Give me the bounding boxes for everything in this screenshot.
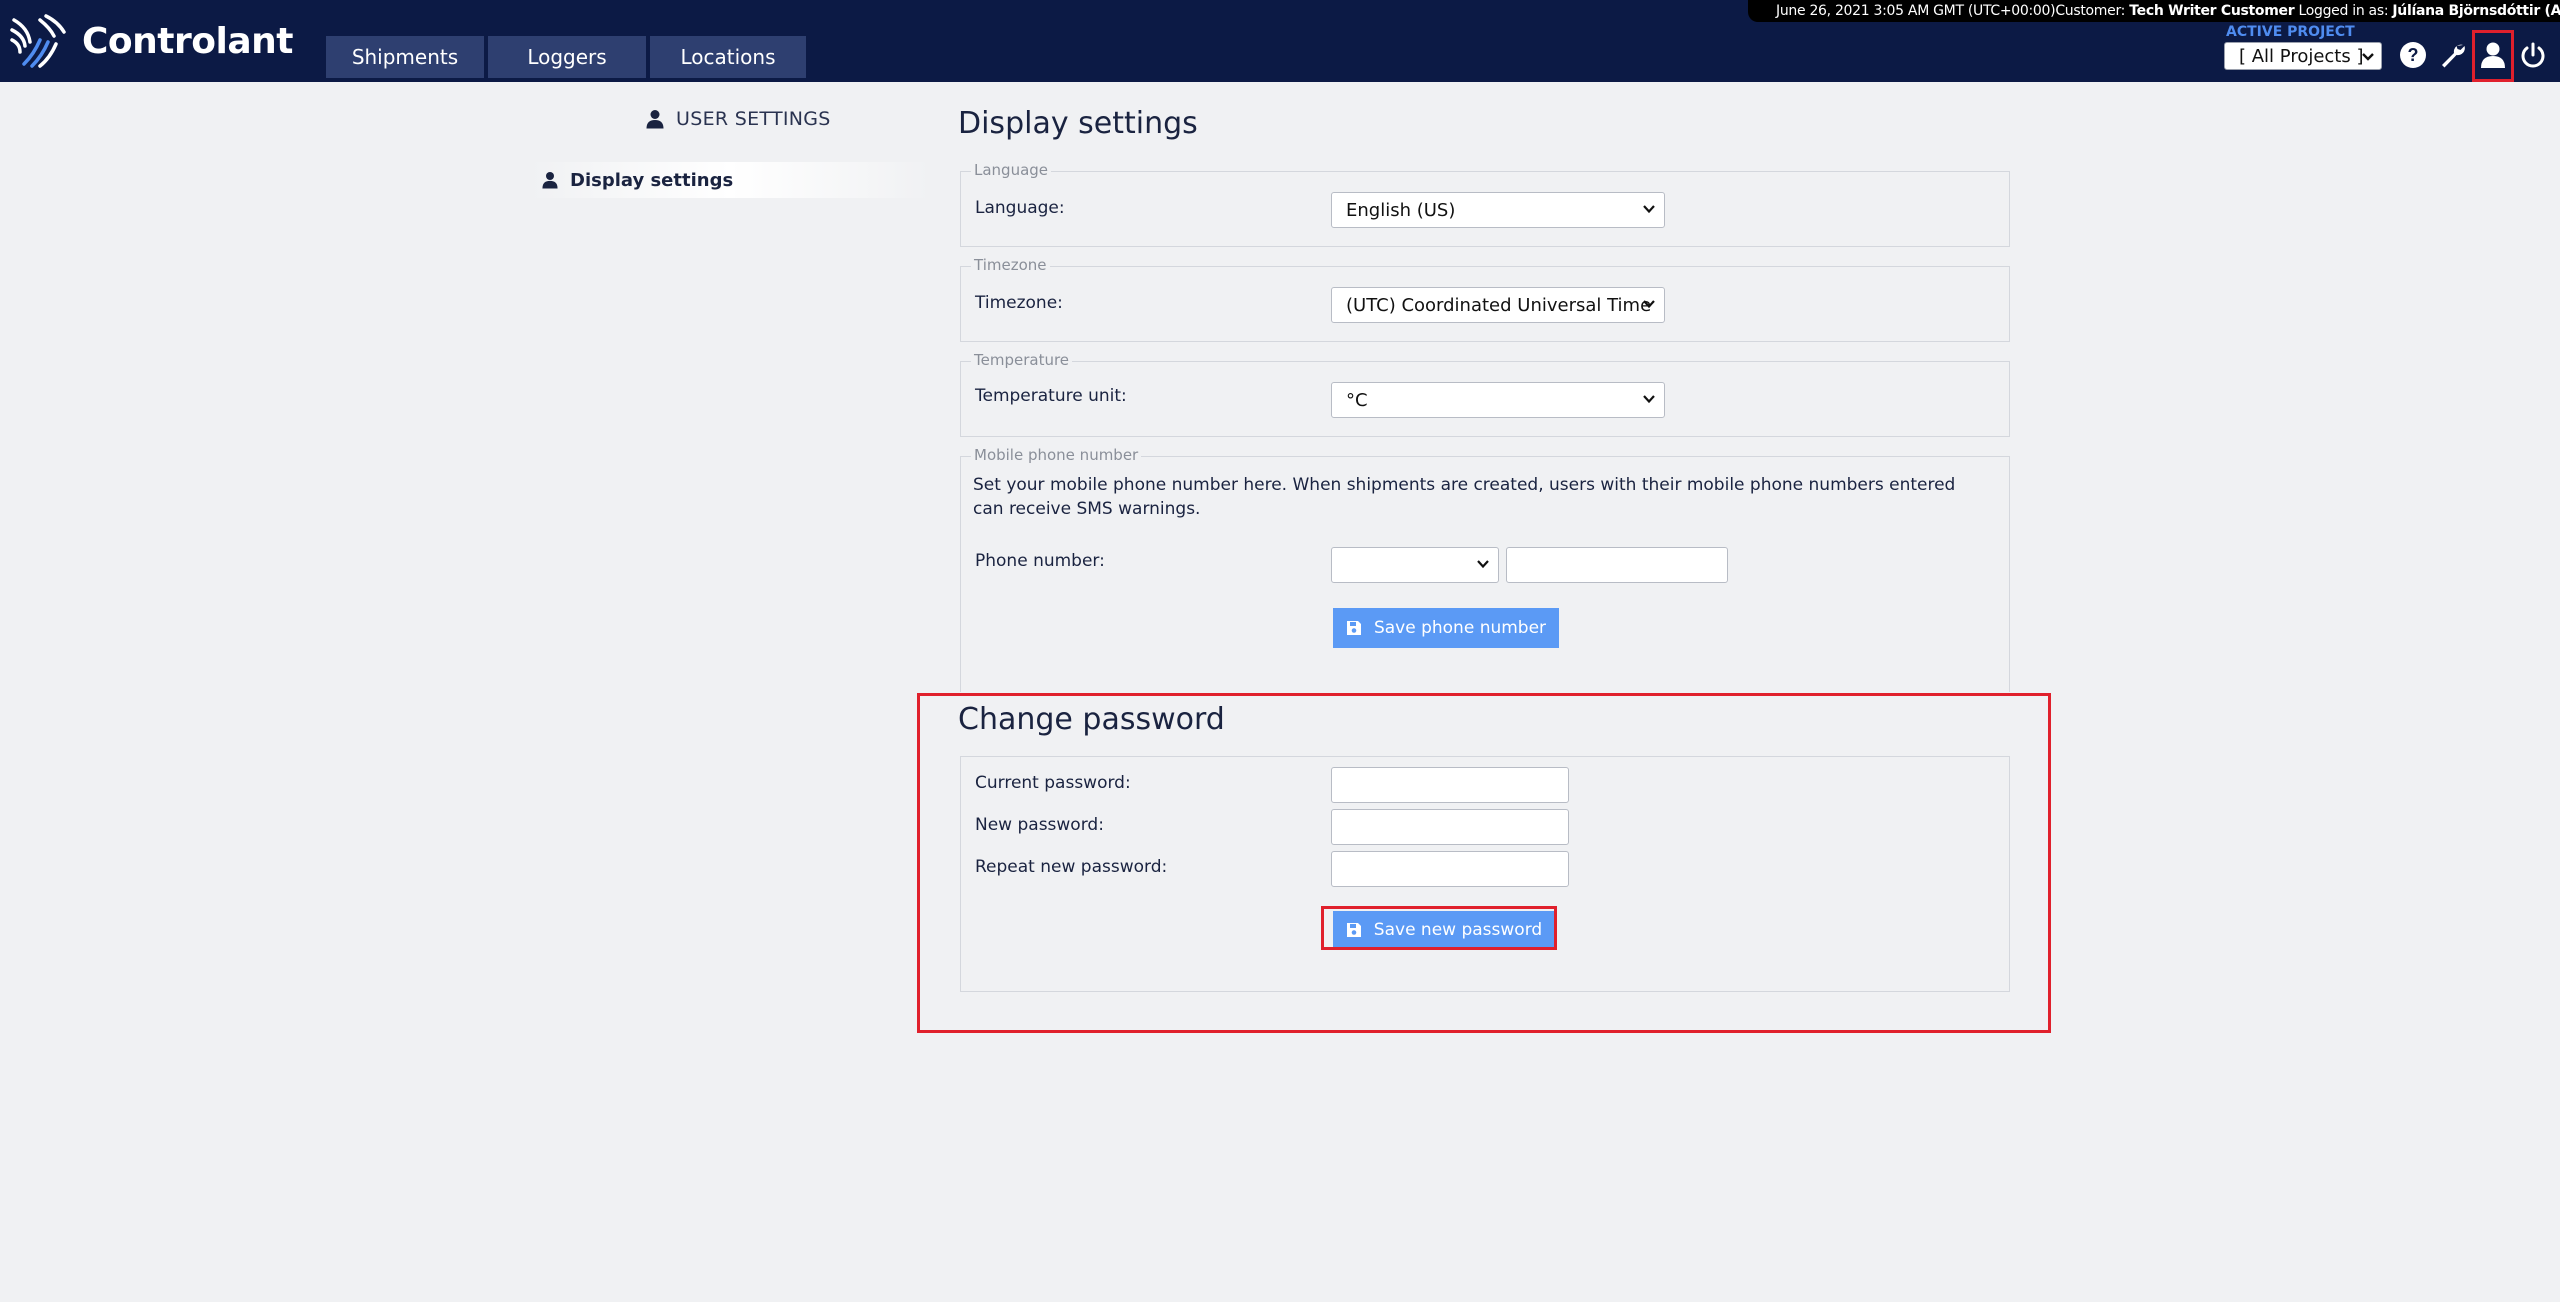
user-name: Júlíana Björnsdóttir (ADMIN) [2392, 3, 2560, 19]
active-project-label: ACTIVE PROJECT [2226, 24, 2355, 40]
save-phone-number-label: Save phone number [1373, 618, 1547, 638]
language-fieldset: Language Language: English (US) [960, 161, 2010, 247]
timezone-fieldset: Timezone Timezone: (UTC) Coordinated Uni… [960, 256, 2010, 342]
temperature-legend: Temperature [971, 351, 1073, 369]
chevron-down-icon [2362, 53, 2374, 61]
status-line: June 26, 2021 3:05 AM GMT (UTC+00:00) Cu… [1748, 0, 2560, 22]
phone-number-label: Phone number: [975, 551, 1105, 571]
mobile-phone-legend: Mobile phone number [971, 446, 1142, 464]
help-button[interactable]: ? [2396, 38, 2430, 72]
current-datetime: June 26, 2021 3:05 AM GMT (UTC+00:00) [1776, 3, 2056, 19]
sidebar-title-text: USER SETTINGS [676, 108, 831, 130]
language-label: Language: [975, 198, 1065, 218]
sidebar-item-display-settings[interactable]: Display settings [530, 162, 930, 198]
phone-number-input[interactable] [1506, 547, 1728, 583]
phone-country-code-select[interactable] [1331, 547, 1499, 583]
user-icon-highlight [2472, 30, 2514, 82]
timezone-legend: Timezone [971, 256, 1050, 274]
page-title: Display settings [958, 106, 1198, 141]
temperature-fieldset: Temperature Temperature unit: °C [960, 351, 2010, 437]
tab-locations[interactable]: Locations [650, 36, 806, 78]
language-legend: Language [971, 161, 1052, 179]
wrench-icon [2442, 44, 2465, 68]
tools-button[interactable] [2436, 38, 2470, 72]
temperature-select[interactable]: °C [1331, 382, 1665, 418]
save-phone-number-button[interactable]: Save phone number [1333, 608, 1559, 648]
top-bar: Controlant Shipments Loggers Locations J… [0, 0, 2560, 82]
power-icon [2521, 42, 2545, 68]
timezone-label: Timezone: [975, 293, 1063, 313]
tab-loggers[interactable]: Loggers [488, 36, 646, 78]
logout-button[interactable] [2516, 38, 2550, 72]
chevron-down-icon [1643, 395, 1655, 404]
mobile-phone-description: Set your mobile phone number here. When … [973, 475, 1956, 519]
timezone-select-value: (UTC) Coordinated Universal Time [1346, 294, 1652, 316]
customer-name: Tech Writer Customer [2129, 3, 2295, 19]
temperature-label: Temperature unit: [975, 386, 1127, 406]
floppy-disk-icon [1346, 621, 1361, 635]
project-select[interactable]: [ All Projects ] [2224, 42, 2382, 70]
temperature-select-value: °C [1346, 389, 1368, 411]
chevron-down-icon [1477, 560, 1489, 569]
save-password-button-highlight [1321, 906, 1557, 950]
customer-label: Customer: [2055, 3, 2126, 19]
language-select-value: English (US) [1346, 199, 1456, 221]
sidebar-title: USER SETTINGS [646, 108, 831, 130]
chevron-down-icon [1643, 205, 1655, 214]
logged-in-label: Logged in as: [2298, 3, 2389, 19]
svg-text:?: ? [2408, 45, 2419, 65]
language-select[interactable]: English (US) [1331, 192, 1665, 228]
question-circle-icon: ? [2400, 42, 2426, 68]
main-nav: Shipments Loggers Locations [326, 36, 810, 78]
mobile-phone-fieldset: Mobile phone number Set your mobile phon… [960, 446, 2010, 692]
user-icon [646, 110, 664, 129]
app-name: Controlant [82, 20, 293, 62]
user-icon [542, 172, 558, 189]
chevron-down-icon [1643, 300, 1655, 309]
app-logo[interactable]: Controlant [10, 14, 293, 68]
timezone-select[interactable]: (UTC) Coordinated Universal Time [1331, 287, 1665, 323]
tab-shipments[interactable]: Shipments [326, 36, 484, 78]
project-select-value: [ All Projects ] [2239, 45, 2364, 67]
sidebar-item-label: Display settings [570, 169, 734, 191]
change-password-highlight [917, 693, 2051, 1033]
controlant-logo-icon [10, 14, 66, 68]
